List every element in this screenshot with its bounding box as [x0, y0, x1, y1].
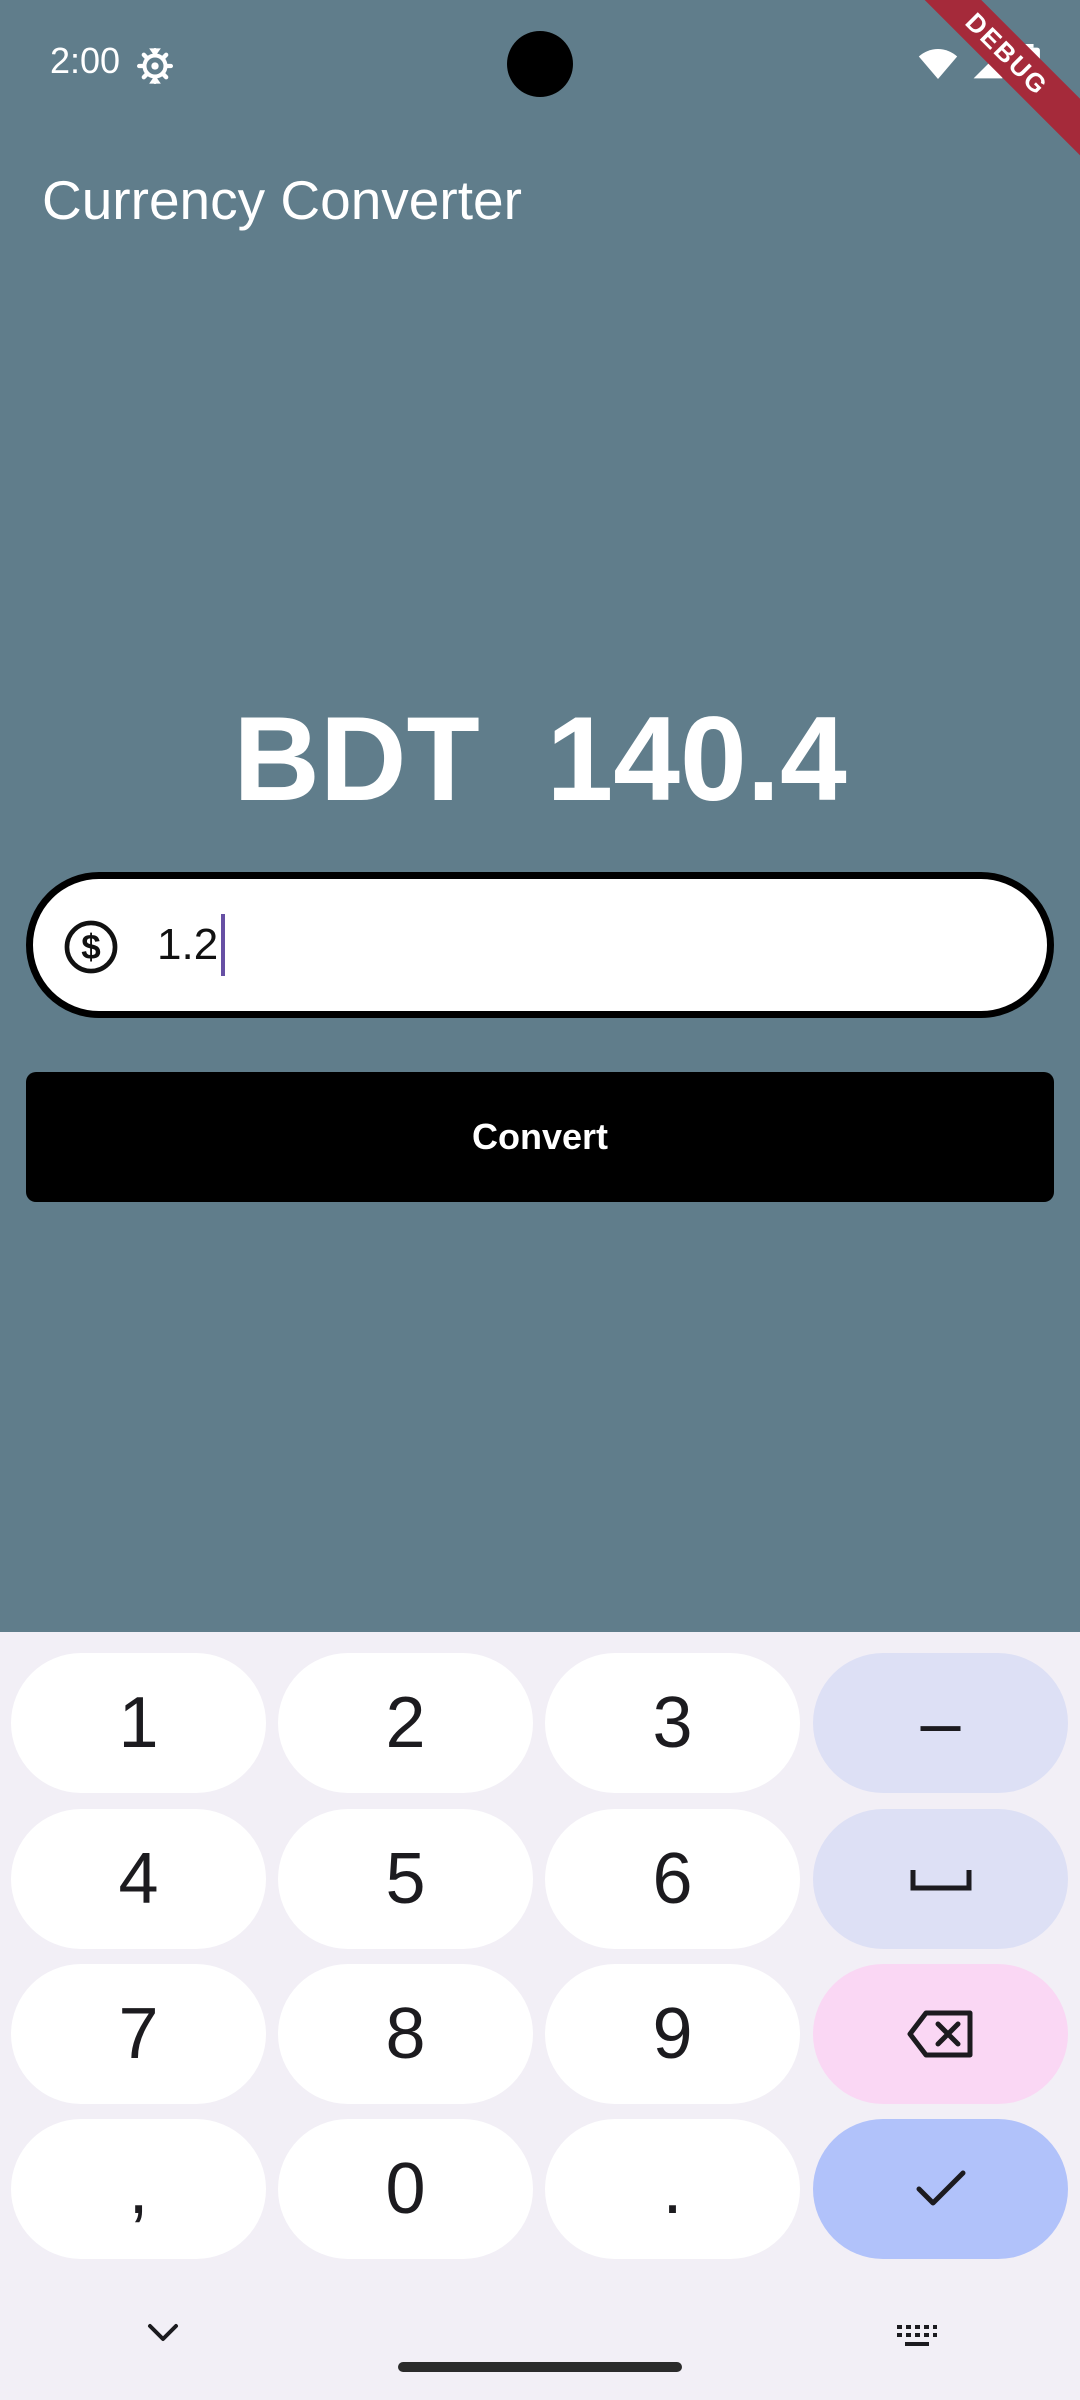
key-period[interactable]: .: [545, 2119, 800, 2259]
key-minus[interactable]: –: [813, 1653, 1068, 1793]
settings-icon: [137, 48, 173, 85]
key-4[interactable]: 4: [11, 1809, 266, 1949]
home-indicator[interactable]: [398, 2362, 682, 2372]
key-5[interactable]: 5: [278, 1809, 533, 1949]
numeric-keyboard: 1 2 3 – 4 5 6 7 8 9 , 0 .: [0, 1632, 1080, 2400]
backspace-icon: [907, 2010, 972, 2058]
key-8[interactable]: 8: [278, 1964, 533, 2104]
key-done[interactable]: [813, 2119, 1068, 2259]
converted-amount: BDT 140.4: [233, 692, 847, 826]
convert-button[interactable]: Convert: [26, 1072, 1054, 1202]
amount-input-value: 1.2: [157, 920, 219, 969]
key-2[interactable]: 2: [278, 1653, 533, 1793]
checkmark-icon: [916, 2170, 965, 2206]
app-title: Currency Converter: [42, 169, 522, 231]
dollar-circle-icon: $: [64, 920, 118, 974]
key-space[interactable]: [813, 1809, 1068, 1949]
space-bar-icon: [910, 1870, 971, 1891]
key-0[interactable]: 0: [278, 2119, 533, 2259]
chevron-down-icon[interactable]: [146, 2322, 180, 2344]
wifi-icon: [918, 49, 958, 79]
svg-text:$: $: [81, 928, 100, 967]
key-3[interactable]: 3: [545, 1653, 800, 1793]
status-time: 2:00: [50, 40, 121, 81]
key-1[interactable]: 1: [11, 1653, 266, 1793]
amount-input[interactable]: $ 1.2: [26, 872, 1054, 1018]
key-comma[interactable]: ,: [11, 2119, 266, 2259]
key-9[interactable]: 9: [545, 1964, 800, 2104]
key-7[interactable]: 7: [11, 1964, 266, 2104]
keyboard-nav-bar: [0, 2300, 1080, 2400]
key-6[interactable]: 6: [545, 1809, 800, 1949]
key-backspace[interactable]: [813, 1964, 1068, 2104]
status-bar: 2:00 DEBUG: [0, 0, 1080, 157]
keyboard-icon[interactable]: [896, 2324, 938, 2348]
text-caret: [221, 914, 226, 976]
front-camera: [507, 31, 573, 97]
amount-input-field[interactable]: 1.2: [157, 913, 226, 977]
